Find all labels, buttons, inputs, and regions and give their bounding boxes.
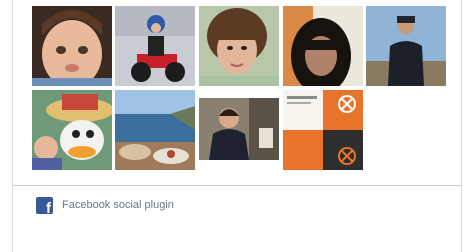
fan-photo-woman-dark <box>283 6 363 86</box>
fan-photo-woman-bangs <box>199 6 279 86</box>
fan-avatar[interactable] <box>32 6 112 86</box>
facebook-social-plugin-link[interactable]: Facebook social plugin <box>62 199 174 211</box>
fan-photo-baby <box>32 6 112 86</box>
fan-avatar[interactable] <box>366 6 446 86</box>
fan-photo-man-cap <box>366 6 446 86</box>
fan-avatar[interactable] <box>283 6 363 86</box>
facebook-f-icon: f <box>36 196 53 216</box>
fan-avatar[interactable] <box>199 98 279 160</box>
fan-box-widget: f Facebook social plugin <box>0 0 474 252</box>
fan-avatar[interactable] <box>283 90 363 170</box>
fan-faces-grid <box>0 0 474 180</box>
fan-photo-sombrero-duck <box>32 90 112 170</box>
fan-avatar[interactable] <box>32 90 112 170</box>
fan-avatar[interactable] <box>115 6 195 86</box>
fan-photo-sea-view <box>115 90 195 170</box>
fan-avatar[interactable] <box>199 6 279 86</box>
fan-avatar[interactable] <box>115 90 195 170</box>
facebook-plugin-footer: f Facebook social plugin <box>36 196 174 216</box>
fan-photo-orange-tiles <box>283 90 363 170</box>
fan-photo-man-indoors <box>199 98 279 160</box>
plugin-divider <box>13 185 461 186</box>
fan-photo-quad-bike <box>115 6 195 86</box>
